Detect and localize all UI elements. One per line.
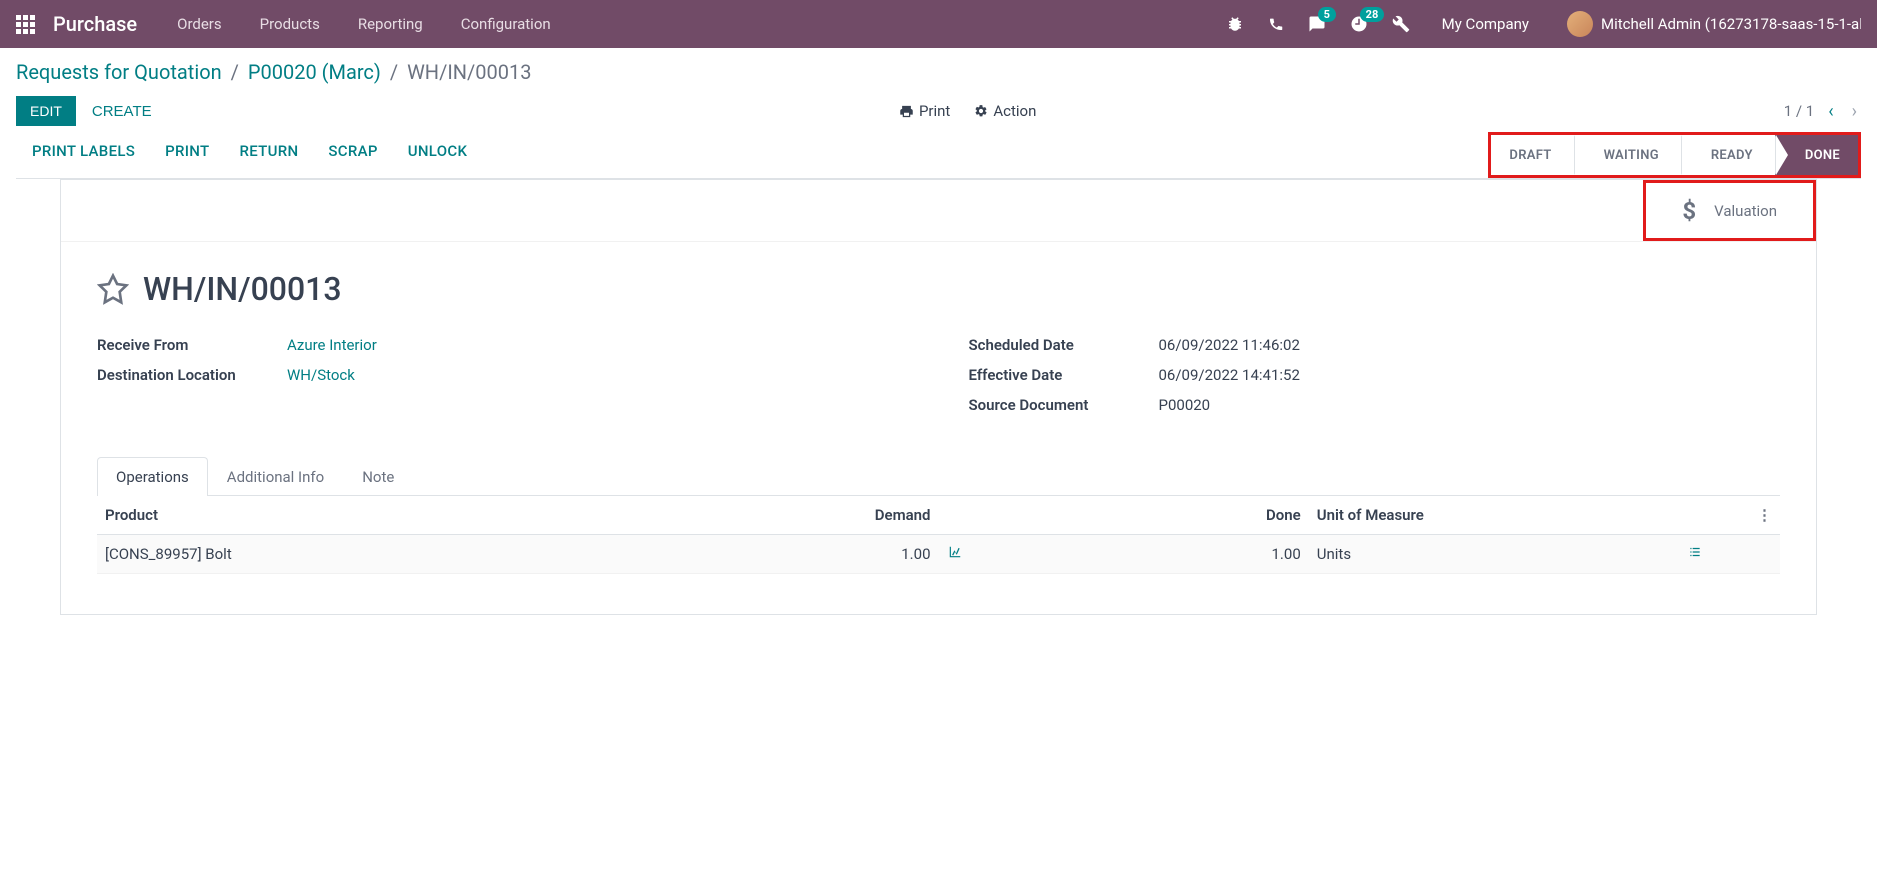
phone-icon[interactable] xyxy=(1268,16,1284,32)
form-sheet: $ Valuation WH/IN/00013 Receive From Azu… xyxy=(60,179,1817,615)
star-icon[interactable] xyxy=(97,273,129,305)
nav-configuration[interactable]: Configuration xyxy=(461,15,551,33)
fields-right: Scheduled Date 06/09/2022 11:46:02 Effec… xyxy=(969,336,1781,426)
value-effective-date: 06/09/2022 14:41:52 xyxy=(1159,366,1300,384)
nav-reporting[interactable]: Reporting xyxy=(358,15,423,33)
value-destination-location[interactable]: WH/Stock xyxy=(287,366,355,384)
detailed-operations-icon[interactable] xyxy=(1687,545,1703,563)
nav-menu: Orders Products Reporting Configuration xyxy=(177,15,551,33)
status-waiting[interactable]: WAITING xyxy=(1574,135,1681,175)
forecast-icon[interactable] xyxy=(947,545,963,563)
status-ready[interactable]: READY xyxy=(1681,135,1775,175)
edit-button[interactable]: EDIT xyxy=(16,96,76,126)
cell-product: [CONS_89957] Bolt xyxy=(97,535,737,574)
nav-orders[interactable]: Orders xyxy=(177,15,222,33)
company-selector[interactable]: My Company xyxy=(1442,15,1529,33)
activities-badge: 28 xyxy=(1360,7,1385,22)
th-uom: Unit of Measure xyxy=(1309,496,1679,535)
label-scheduled-date: Scheduled Date xyxy=(969,336,1159,354)
dollar-icon: $ xyxy=(1682,197,1696,225)
pager-text: 1 / 1 xyxy=(1784,102,1815,120)
table-row[interactable]: [CONS_89957] Bolt 1.00 1.00 Units xyxy=(97,535,1780,574)
username: Mitchell Admin (16273178-saas-15-1-al xyxy=(1601,15,1861,33)
label-receive-from: Receive From xyxy=(97,336,287,354)
label-effective-date: Effective Date xyxy=(969,366,1159,384)
value-receive-from[interactable]: Azure Interior xyxy=(287,336,377,354)
pager: 1 / 1 ‹ › xyxy=(1784,101,1861,122)
gear-icon xyxy=(974,104,988,118)
status-draft[interactable]: DRAFT xyxy=(1491,135,1573,175)
valuation-label: Valuation xyxy=(1714,202,1777,220)
kebab-icon[interactable]: ⋮ xyxy=(1757,506,1772,524)
page-title: WH/IN/00013 xyxy=(143,270,342,308)
tabs: Operations Additional Info Note xyxy=(97,456,1780,496)
apps-icon[interactable] xyxy=(16,15,35,34)
tab-additional-info[interactable]: Additional Info xyxy=(208,457,343,496)
cell-uom: Units xyxy=(1309,535,1679,574)
value-source-document: P00020 xyxy=(1159,396,1211,414)
pager-next[interactable]: › xyxy=(1848,101,1861,122)
statusbar-highlight: DRAFT WAITING READY DONE xyxy=(1488,132,1861,178)
value-scheduled-date: 06/09/2022 11:46:02 xyxy=(1159,336,1300,354)
breadcrumb-parent[interactable]: P00020 (Marc) xyxy=(248,60,381,84)
statusbar: DRAFT WAITING READY DONE xyxy=(1491,135,1858,175)
cell-done: 1.00 xyxy=(1006,535,1309,574)
action-print-labels[interactable]: PRINT LABELS xyxy=(32,142,135,168)
label-source-document: Source Document xyxy=(969,396,1159,414)
messaging-icon[interactable]: 5 xyxy=(1308,15,1326,33)
bug-icon[interactable] xyxy=(1226,15,1244,33)
print-dropdown[interactable]: Print xyxy=(899,102,950,120)
valuation-button[interactable]: $ Valuation xyxy=(1643,180,1816,241)
pager-prev[interactable]: ‹ xyxy=(1824,101,1837,122)
action-scrap[interactable]: SCRAP xyxy=(328,142,377,168)
action-unlock[interactable]: UNLOCK xyxy=(408,142,468,168)
user-menu[interactable]: Mitchell Admin (16273178-saas-15-1-al xyxy=(1567,11,1861,37)
print-icon xyxy=(899,104,914,119)
tools-icon[interactable] xyxy=(1392,15,1410,33)
fields-left: Receive From Azure Interior Destination … xyxy=(97,336,909,426)
top-navbar: Purchase Orders Products Reporting Confi… xyxy=(0,0,1877,48)
activities-icon[interactable]: 28 xyxy=(1350,15,1368,33)
tab-note[interactable]: Note xyxy=(343,457,413,496)
tab-operations[interactable]: Operations xyxy=(97,457,208,496)
th-done: Done xyxy=(1006,496,1309,535)
th-demand: Demand xyxy=(737,496,939,535)
th-product: Product xyxy=(97,496,737,535)
operations-table: Product Demand Done Unit of Measure ⋮ [C… xyxy=(97,496,1780,574)
breadcrumb-current: WH/IN/00013 xyxy=(407,60,531,84)
action-dropdown[interactable]: Action xyxy=(974,102,1036,120)
breadcrumb-root[interactable]: Requests for Quotation xyxy=(16,60,222,84)
create-button[interactable]: CREATE xyxy=(92,103,152,120)
label-destination-location: Destination Location xyxy=(97,366,287,384)
cell-demand: 1.00 xyxy=(737,535,939,574)
action-print[interactable]: PRINT xyxy=(165,142,209,168)
status-done[interactable]: DONE xyxy=(1775,135,1858,175)
messaging-badge: 5 xyxy=(1318,7,1336,22)
breadcrumb: Requests for Quotation / P00020 (Marc) /… xyxy=(16,60,1861,84)
avatar xyxy=(1567,11,1593,37)
nav-products[interactable]: Products xyxy=(260,15,320,33)
app-brand[interactable]: Purchase xyxy=(53,12,137,36)
action-return[interactable]: RETURN xyxy=(239,142,298,168)
